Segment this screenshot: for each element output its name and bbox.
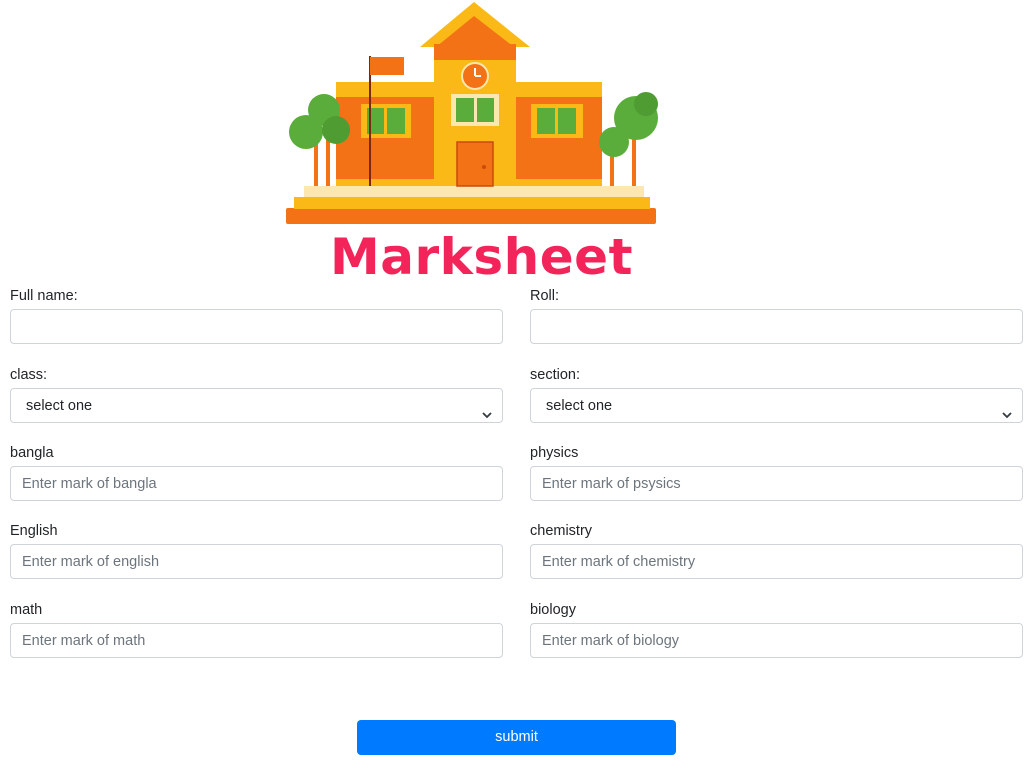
bangla-label: bangla: [10, 445, 54, 461]
roll-field: Roll:: [530, 287, 1023, 344]
physics-label: physics: [530, 445, 579, 461]
submit-button[interactable]: submit: [357, 720, 676, 755]
biology-field: biology: [530, 601, 1023, 658]
section-label: section:: [530, 367, 580, 383]
section-field: section: select one: [530, 366, 1023, 423]
biology-input[interactable]: [530, 623, 1023, 658]
class-selected-value: select one: [26, 398, 93, 414]
class-label: class:: [10, 367, 48, 383]
chemistry-input[interactable]: [530, 544, 1023, 579]
roll-input[interactable]: [530, 309, 1023, 344]
section-selected-value: select one: [546, 398, 613, 414]
school-building-illustration: [284, 0, 660, 226]
page-title: Marksheet: [330, 228, 633, 286]
section-select[interactable]: select one: [530, 388, 1023, 423]
english-label: English: [10, 523, 58, 539]
chemistry-label: chemistry: [530, 523, 593, 539]
english-field: English: [10, 522, 503, 579]
physics-field: physics: [530, 444, 1023, 501]
full-name-input[interactable]: [10, 309, 503, 344]
english-input[interactable]: [10, 544, 503, 579]
class-select[interactable]: select one: [10, 388, 503, 423]
roll-label: Roll:: [530, 288, 560, 304]
full-name-label: Full name:: [10, 288, 78, 304]
math-field: math: [10, 601, 503, 658]
class-field: class: select one: [10, 366, 503, 423]
bangla-input[interactable]: [10, 466, 503, 501]
chevron-down-icon: [482, 400, 492, 419]
bangla-field: bangla: [10, 444, 503, 501]
biology-label: biology: [530, 602, 576, 618]
math-input[interactable]: [10, 623, 503, 658]
math-label: math: [10, 602, 43, 618]
physics-input[interactable]: [530, 466, 1023, 501]
full-name-field: Full name:: [10, 287, 503, 344]
chevron-down-icon: [1002, 400, 1012, 419]
chemistry-field: chemistry: [530, 522, 1023, 579]
